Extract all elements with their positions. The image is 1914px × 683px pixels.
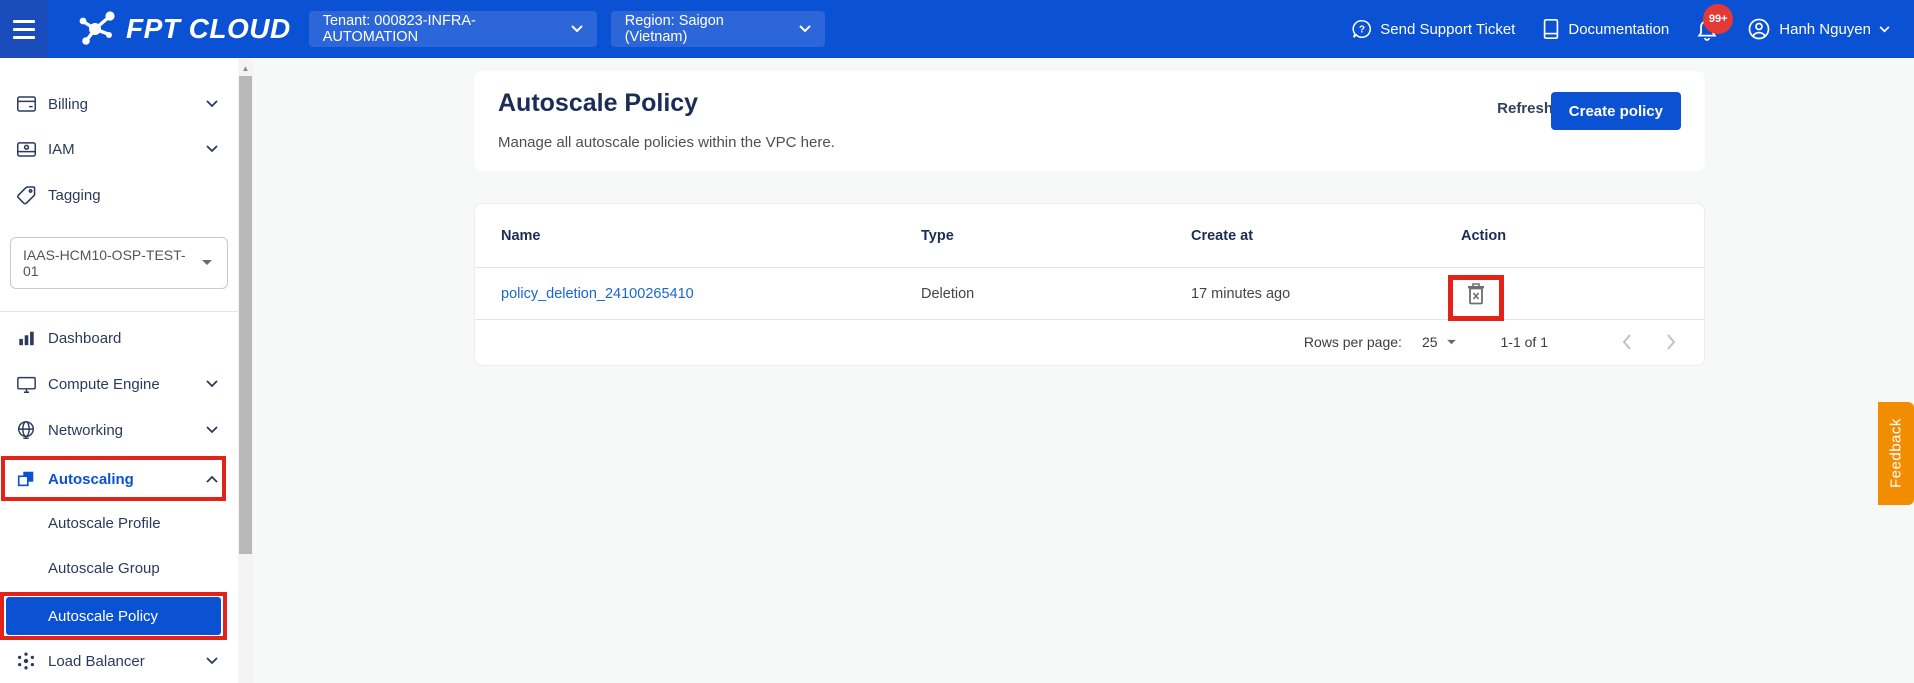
sidebar-item-autoscale-group[interactable]: Autoscale Group — [0, 545, 232, 591]
vpc-selected-value: IAAS-HCM10-OSP-TEST-01 — [23, 247, 201, 279]
chevron-down-icon — [201, 259, 213, 267]
column-header-type: Type — [921, 204, 954, 268]
sidebar-item-compute-engine[interactable]: Compute Engine — [0, 361, 232, 407]
fpt-cloud-logo: FPT CLOUD — [78, 10, 291, 48]
rows-per-page-select[interactable]: 25 — [1422, 334, 1457, 350]
autoscaling-icon — [14, 469, 38, 489]
compute-engine-icon — [14, 375, 38, 394]
sidebar-item-iam[interactable]: IAM — [0, 126, 232, 172]
user-menu[interactable]: Hanh Nguyen — [1747, 17, 1890, 41]
chevron-down-icon — [206, 657, 218, 665]
chevron-down-icon — [206, 100, 218, 108]
create-policy-button[interactable]: Create policy — [1551, 92, 1681, 130]
policy-type-cell: Deletion — [921, 268, 974, 320]
chevron-down-icon — [799, 25, 811, 33]
policy-table-card: Name Type Create at Action policy_deleti… — [474, 203, 1705, 366]
sidebar-item-tagging[interactable]: Tagging — [0, 172, 232, 218]
trash-icon — [1465, 282, 1487, 307]
sidebar-item-networking[interactable]: Networking — [0, 407, 232, 453]
chevron-down-icon — [1446, 339, 1457, 346]
sidebar-item-label: Networking — [48, 422, 123, 439]
sidebar-item-label: Autoscaling — [48, 471, 134, 488]
sidebar-item-label: Compute Engine — [48, 376, 160, 393]
sidebar-item-autoscale-policy[interactable]: Autoscale Policy — [6, 597, 221, 635]
iam-icon — [14, 139, 38, 159]
column-header-name: Name — [501, 204, 541, 268]
rows-per-page-value: 25 — [1422, 334, 1438, 350]
sidebar-item-label: Billing — [48, 96, 88, 113]
page-header-card: Autoscale Policy Manage all autoscale po… — [474, 71, 1705, 171]
feedback-tab[interactable]: Feedback — [1878, 402, 1914, 505]
sidebar-subitem-label: Autoscale Group — [48, 560, 160, 577]
next-page-button[interactable] — [1662, 334, 1680, 350]
billing-icon — [14, 94, 38, 114]
support-ticket-label: Send Support Ticket — [1380, 21, 1515, 38]
chevron-up-icon — [206, 475, 218, 483]
sidebar-divider — [0, 311, 238, 312]
hamburger-menu-button[interactable] — [0, 0, 48, 58]
documentation-button[interactable]: Documentation — [1541, 18, 1669, 40]
top-header: FPT CLOUD Tenant: 000823-INFRA-AUTOMATIO… — [0, 0, 1914, 58]
sidebar-item-label: Load Balancer — [48, 653, 145, 670]
documentation-label: Documentation — [1568, 21, 1669, 38]
sidebar-subitem-label: Autoscale Policy — [48, 608, 158, 625]
sidebar-item-billing[interactable]: Billing — [0, 81, 232, 127]
chevron-down-icon — [206, 426, 218, 434]
scrollbar-thumb[interactable] — [239, 76, 252, 554]
sidebar-item-autoscaling[interactable]: Autoscaling — [0, 458, 232, 500]
sidebar-item-autoscale-profile[interactable]: Autoscale Profile — [0, 500, 232, 546]
page-title: Autoscale Policy — [498, 89, 698, 118]
policy-create-at-cell: 17 minutes ago — [1191, 268, 1290, 320]
documentation-book-icon — [1541, 18, 1561, 40]
dashboard-icon — [14, 329, 38, 347]
tenant-label: Tenant: 000823-INFRA-AUTOMATION — [323, 13, 553, 45]
load-balancer-icon — [14, 651, 38, 671]
username-label: Hanh Nguyen — [1779, 21, 1871, 38]
previous-page-button[interactable] — [1618, 334, 1636, 350]
chevron-right-icon — [1666, 334, 1676, 350]
user-avatar-icon — [1747, 17, 1771, 41]
sidebar-item-load-balancer[interactable]: Load Balancer — [0, 638, 232, 683]
vpc-selector[interactable]: IAAS-HCM10-OSP-TEST-01 — [10, 237, 228, 289]
delete-policy-button[interactable] — [1465, 282, 1487, 307]
chevron-down-icon — [206, 145, 218, 153]
table-pagination: Rows per page: 25 1-1 of 1 — [475, 319, 1704, 365]
notification-badge: 99+ — [1703, 4, 1733, 34]
refresh-button[interactable]: Refresh — [1497, 100, 1553, 117]
chevron-down-icon — [206, 380, 218, 388]
hamburger-icon — [13, 20, 35, 39]
page-description: Manage all autoscale policies within the… — [498, 134, 835, 151]
pagination-range-label: 1-1 of 1 — [1501, 334, 1548, 350]
scrollbar-up-arrow[interactable]: ▲ — [238, 62, 253, 74]
sidebar-item-label: Dashboard — [48, 330, 121, 347]
tenant-dropdown[interactable]: Tenant: 000823-INFRA-AUTOMATION — [309, 11, 597, 47]
sidebar-scrollbar: ▲ — [238, 58, 253, 683]
tag-icon — [14, 185, 38, 205]
send-support-ticket-button[interactable]: ? Send Support Ticket — [1351, 18, 1515, 40]
region-label: Region: Saigon (Vietnam) — [625, 13, 781, 45]
policy-name-link[interactable]: policy_deletion_24100265410 — [501, 286, 694, 302]
logo-text: FPT CLOUD — [126, 13, 291, 45]
rows-per-page-label: Rows per page: — [1304, 334, 1402, 350]
support-chat-icon: ? — [1351, 18, 1373, 40]
sidebar-item-label: Tagging — [48, 187, 101, 204]
sidebar-item-label: IAM — [48, 141, 75, 158]
chevron-down-icon — [571, 25, 583, 33]
chevron-down-icon — [1879, 26, 1890, 33]
molecule-logo-icon — [78, 10, 118, 48]
networking-icon — [14, 420, 38, 440]
svg-text:?: ? — [1359, 25, 1365, 36]
sidebar-subitem-label: Autoscale Profile — [48, 515, 161, 532]
notifications-button[interactable]: 99+ — [1695, 16, 1721, 42]
region-dropdown[interactable]: Region: Saigon (Vietnam) — [611, 11, 825, 47]
chevron-left-icon — [1622, 334, 1632, 350]
sidebar: Billing IAM Tagging IAAS-HCM10-OSP-TEST-… — [0, 58, 238, 683]
column-header-action: Action — [1461, 204, 1506, 268]
table-row: policy_deletion_24100265410 Deletion 17 … — [475, 268, 1704, 320]
table-header-row: Name Type Create at Action — [475, 204, 1704, 268]
sidebar-item-dashboard[interactable]: Dashboard — [0, 315, 232, 361]
column-header-create-at: Create at — [1191, 204, 1253, 268]
